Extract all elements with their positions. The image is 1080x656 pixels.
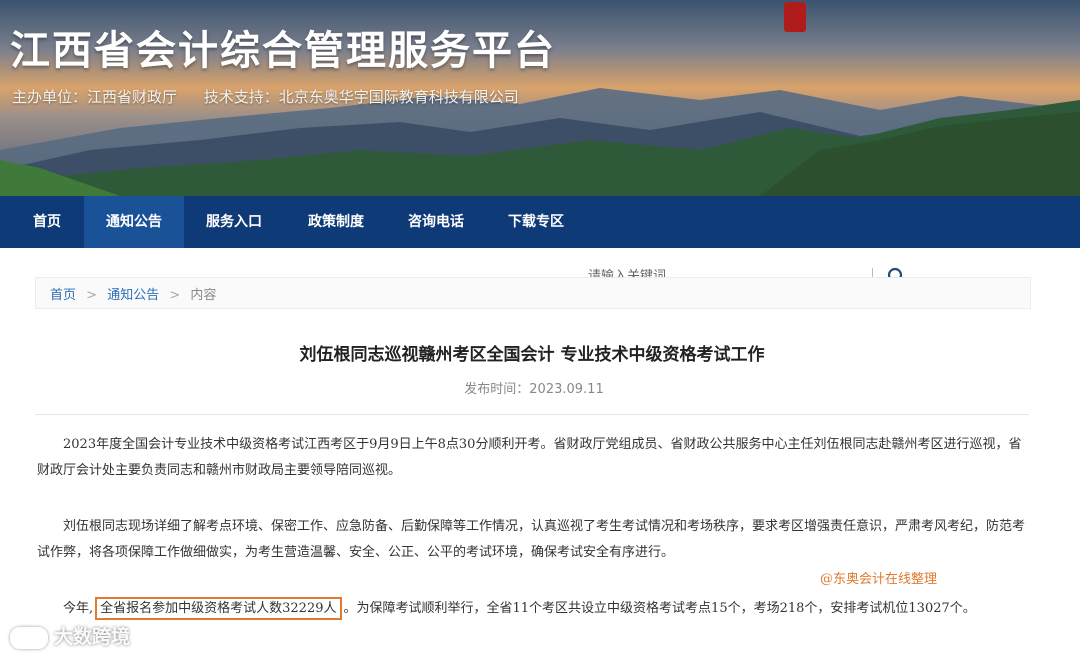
breadcrumb-separator: > <box>169 288 181 303</box>
nav-item-home[interactable]: 首页 <box>12 196 82 248</box>
watermark-logo-text: 大数跨境 <box>54 626 131 648</box>
nav-item-policies[interactable]: 政策制度 <box>288 196 384 248</box>
article-paragraph-2: 刘伍根同志现场详细了解考点环境、保密工作、应急防备、后勤保障等工作情况，认真巡视… <box>37 519 1026 560</box>
breadcrumb-bar: 首页 > 通知公告 > 内容 <box>35 277 1031 309</box>
nav-item-service-entry[interactable]: 服务入口 <box>186 196 282 248</box>
host-label: 主办单位：江西省财政厅 <box>12 88 178 106</box>
breadcrumb: 首页 > 通知公告 > 内容 <box>50 284 216 303</box>
p3-rest: 。为保障考试顺利举行，全省11个考区共设立中级资格考试考点15个，考场218个，… <box>343 601 976 616</box>
header-banner: 江西省会计综合管理服务平台 主办单位：江西省财政厅 技术支持：北京东奥华宇国际教… <box>0 0 1080 196</box>
article-title: 刘伍根同志巡视赣州考区全国会计 专业技术中级资格考试工作 <box>299 345 765 365</box>
nav-item-downloads[interactable]: 下载专区 <box>488 196 584 248</box>
breadcrumb-separator: > <box>86 288 98 303</box>
source-watermark: @东奥会计在线整理 <box>820 572 938 587</box>
tech-support-label: 技术支持：北京东奥华宇国际教育科技有限公司 <box>203 88 519 106</box>
main-nav: 首页 通知公告 服务入口 政策制度 咨询电话 下载专区 <box>0 196 1080 248</box>
date-label: 发布时间： <box>464 382 530 397</box>
watermark-logo-icon <box>10 626 48 649</box>
date-value: 2023.09.11 <box>529 382 604 397</box>
breadcrumb-notices-link[interactable]: 通知公告 <box>107 288 159 303</box>
site-title: 江西省会计综合管理服务平台 <box>10 28 556 74</box>
site-subtitle: 主办单位：江西省财政厅 技术支持：北京东奥华宇国际教育科技有限公司 <box>12 86 541 107</box>
p3-lead: 今年, <box>63 601 94 616</box>
image-watermark: 大数跨境 <box>10 622 130 649</box>
article-paragraph-3: 今年, 全省报名参加中级资格考试人数32229人 。为保障考试顺利举行，全省11个考… <box>37 596 1027 622</box>
breadcrumb-home-link[interactable]: 首页 <box>50 288 76 303</box>
divider <box>35 414 1029 415</box>
breadcrumb-current: 内容 <box>190 288 217 303</box>
nav-item-hotline[interactable]: 咨询电话 <box>388 196 484 248</box>
article-date: 发布时间：2023.09.11 <box>0 378 1064 397</box>
calligraphy-seal <box>784 2 806 32</box>
nav-item-notices[interactable]: 通知公告 <box>84 196 184 248</box>
highlighted-registration-count: 全省报名参加中级资格考试人数32229人 <box>95 597 342 620</box>
article-paragraph-1: 2023年度全国会计专业技术中级资格考试江西考区于9月9日上午8点30分顺利开考… <box>37 437 1022 478</box>
